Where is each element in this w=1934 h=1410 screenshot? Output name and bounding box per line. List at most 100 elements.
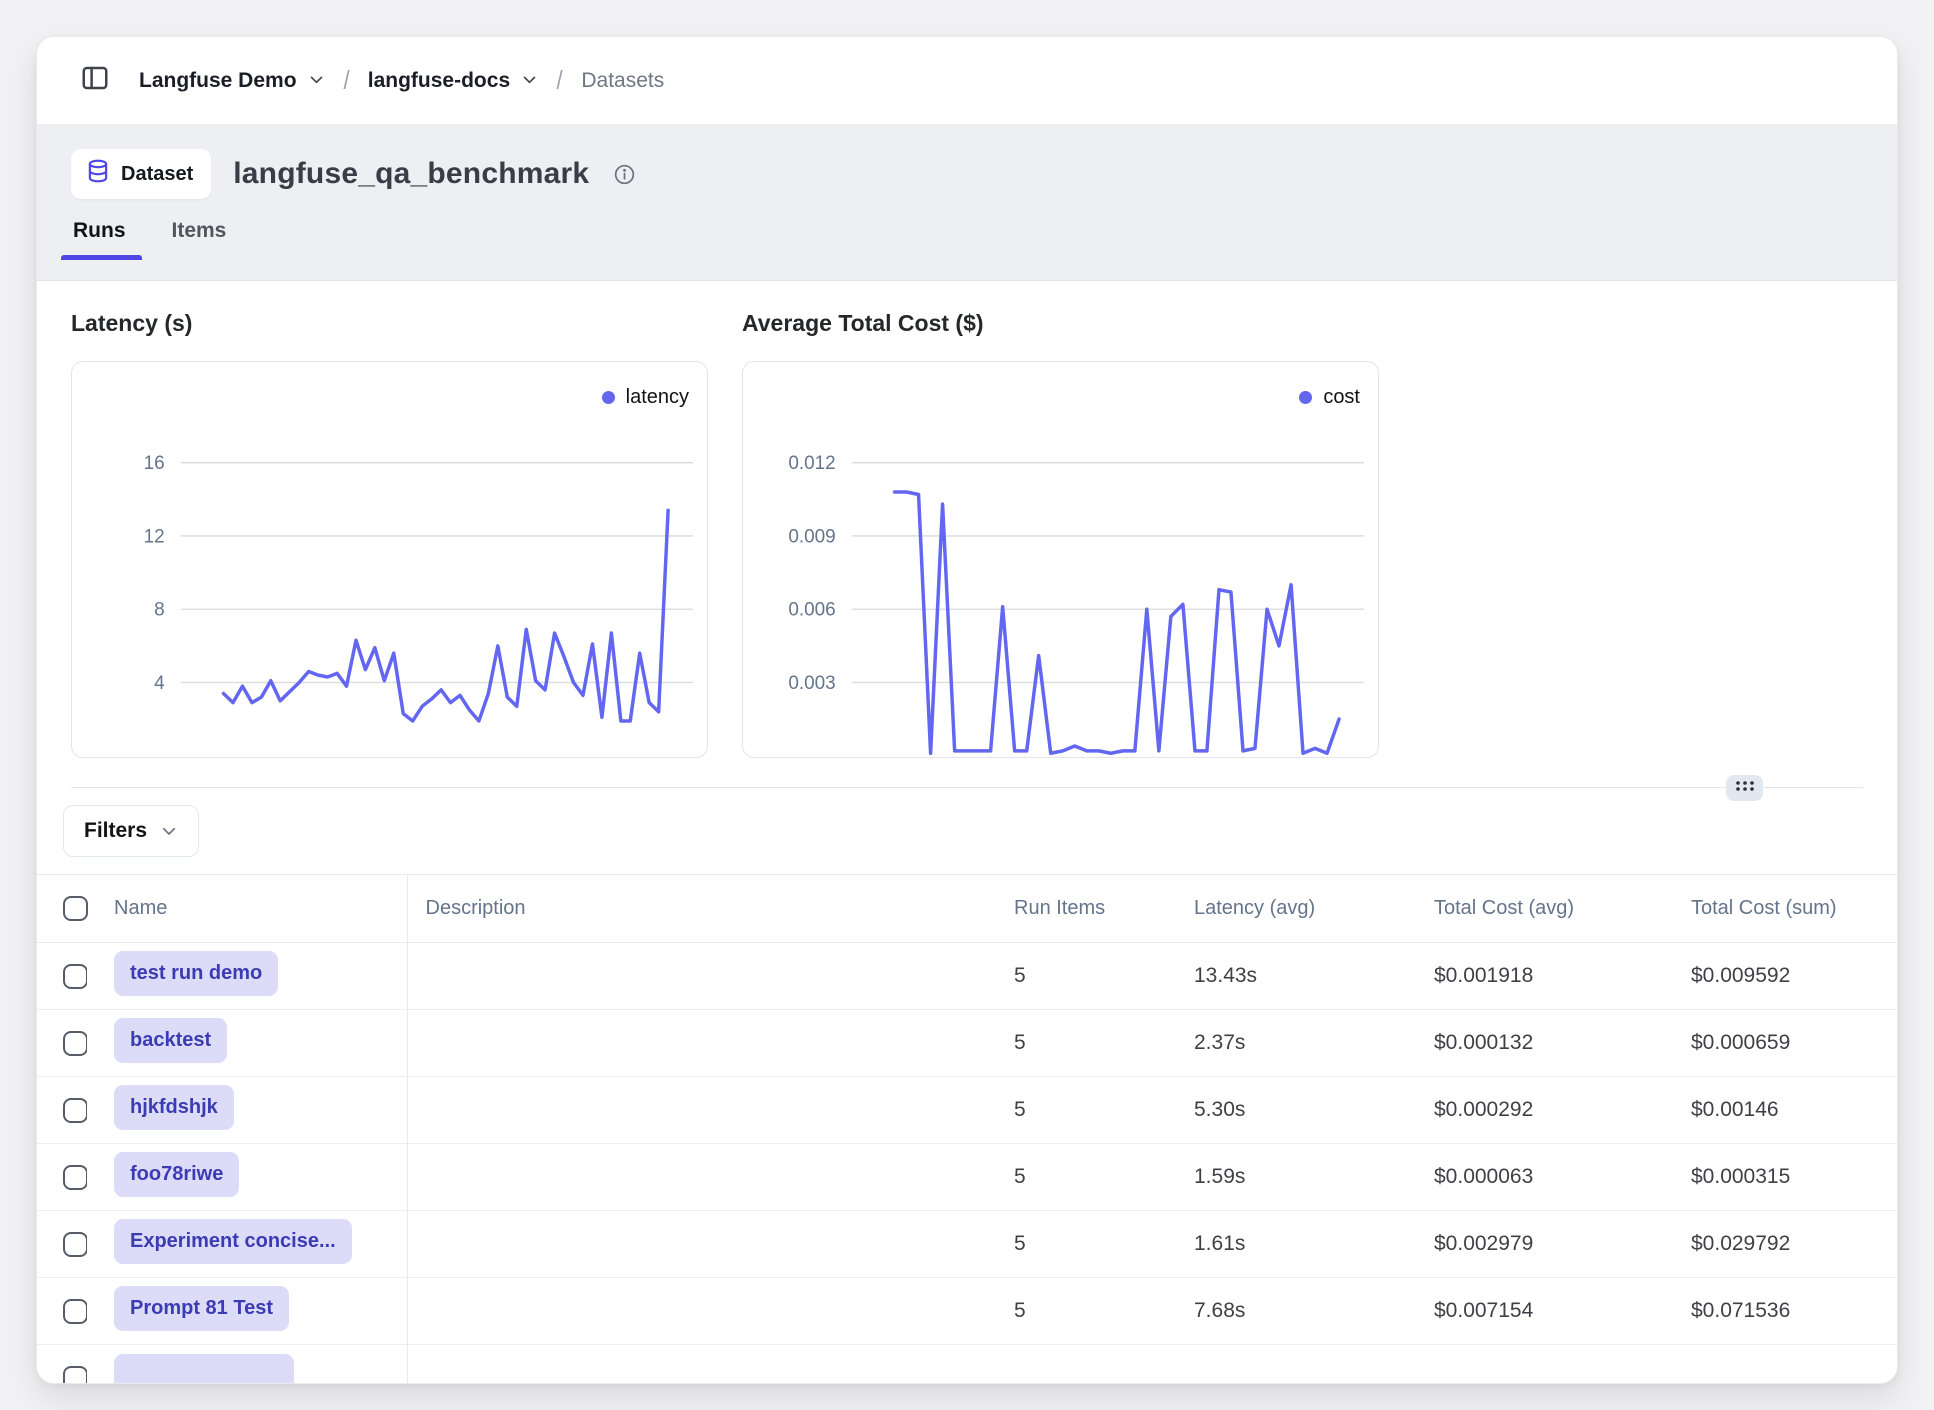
run-name-cell: foo78riwe [87, 1144, 407, 1211]
run-name-cell: backtest [87, 1010, 407, 1077]
row-checkbox[interactable] [63, 1098, 88, 1123]
row-checkbox[interactable] [63, 1299, 88, 1324]
latency-avg-cell: 13.43s [1176, 943, 1416, 1010]
run-items-cell: 5 [996, 943, 1176, 1010]
column-header-name: Name [87, 875, 407, 943]
row-checkbox[interactable] [63, 1232, 88, 1257]
filters-button-label: Filters [84, 819, 147, 843]
run-description-cell [407, 943, 996, 1010]
run-items-cell: 5 [996, 1144, 1176, 1211]
tabs: Runs Items [71, 219, 1863, 260]
run-name-badge[interactable]: test run demo [114, 951, 278, 996]
latency-avg-cell: 2.37s [1176, 1010, 1416, 1077]
total-cost-sum-cell: $0.000659 [1673, 1010, 1897, 1077]
cost-chart-title: Average Total Cost ($) [742, 309, 1379, 337]
breadcrumb-section[interactable]: Datasets [581, 69, 664, 93]
total-cost-avg-cell: $0.002979 [1416, 1211, 1673, 1278]
run-items-cell: 5 [996, 1211, 1176, 1278]
latency-avg-cell: 7.68s [1176, 1278, 1416, 1345]
row-checkbox[interactable] [63, 1031, 88, 1056]
chevron-down-icon [160, 822, 178, 840]
run-description-cell [407, 1144, 996, 1211]
filters-row: Filters [37, 788, 1897, 874]
run-name-badge[interactable]: Prompt 81 Test [114, 1286, 289, 1331]
run-name-badge[interactable]: backtest [114, 1018, 227, 1063]
svg-text:16: 16 [144, 453, 165, 474]
table-row: backtest52.37s$0.000132$0.000659 [37, 1010, 1897, 1077]
breadcrumb-workspace[interactable]: Langfuse Demo [139, 68, 325, 94]
column-header-run-items: Run Items [996, 875, 1176, 943]
run-name-cell [87, 1345, 407, 1384]
cost-legend: cost [1299, 386, 1360, 409]
info-icon[interactable] [613, 163, 636, 186]
sidebar-toggle-button[interactable] [75, 61, 115, 101]
column-header-total-cost-avg: Total Cost (avg) [1416, 875, 1673, 943]
database-icon [85, 158, 111, 190]
total-cost-avg-cell: $0.000132 [1416, 1010, 1673, 1077]
workspace-label: Langfuse Demo [139, 69, 297, 93]
latency-chart-svg: 161284 [72, 362, 707, 758]
chevron-down-icon [521, 70, 538, 94]
total-cost-avg-cell: $0.000292 [1416, 1077, 1673, 1144]
svg-text:0.009: 0.009 [788, 526, 835, 547]
latency-avg-cell: 1.61s [1176, 1211, 1416, 1278]
total-cost-sum-cell: $0.009592 [1673, 943, 1897, 1010]
row-checkbox-cell [37, 1211, 87, 1278]
run-name-badge[interactable] [114, 1354, 294, 1383]
tab-items[interactable]: Items [172, 219, 227, 260]
run-name-badge[interactable]: Experiment concise... [114, 1219, 352, 1264]
column-header-total-cost-sum: Total Cost (sum) [1673, 875, 1897, 943]
dataset-header: Dataset langfuse_qa_benchmark Runs Items [37, 125, 1897, 281]
total-cost-avg-cell [1416, 1345, 1673, 1384]
svg-text:0.003: 0.003 [788, 673, 835, 694]
column-header-latency-avg: Latency (avg) [1176, 875, 1416, 943]
total-cost-avg-cell: $0.000063 [1416, 1144, 1673, 1211]
tab-runs[interactable]: Runs [73, 219, 126, 260]
drag-handle[interactable] [1726, 775, 1763, 801]
select-all-cell [37, 875, 87, 943]
chevron-down-icon [308, 70, 325, 94]
cost-chart-svg: 0.0120.0090.0060.003 [743, 362, 1378, 758]
dataset-badge: Dataset [71, 149, 211, 199]
total-cost-avg-cell: $0.001918 [1416, 943, 1673, 1010]
run-name-cell: Experiment concise... [87, 1211, 407, 1278]
slash-separator: / [343, 65, 349, 96]
page: Langfuse Demo / langfuse-docs / Datasets [0, 0, 1934, 1410]
breadcrumb-bar: Langfuse Demo / langfuse-docs / Datasets [37, 37, 1897, 125]
table-row: test run demo 513.43s$0.001918$0.009592 [37, 943, 1897, 1010]
run-name-badge[interactable]: hjkfdshjk [114, 1085, 234, 1130]
row-checkbox[interactable] [63, 1165, 88, 1190]
slash-separator: / [557, 65, 563, 96]
row-checkbox-cell [37, 1077, 87, 1144]
svg-text:0.006: 0.006 [788, 600, 835, 621]
svg-text:12: 12 [144, 526, 165, 547]
cost-chart-card: 0.0120.0090.0060.003 cost [742, 361, 1379, 758]
latency-legend: latency [602, 386, 689, 409]
total-cost-sum-cell: $0.000315 [1673, 1144, 1897, 1211]
row-checkbox-cell [37, 1345, 87, 1384]
row-checkbox-cell [37, 1278, 87, 1345]
breadcrumb-project[interactable]: langfuse-docs [368, 68, 538, 94]
svg-text:8: 8 [154, 600, 165, 621]
row-checkbox[interactable] [63, 964, 88, 989]
filters-button[interactable]: Filters [63, 805, 199, 857]
latency-chart-card: 161284 latency [71, 361, 708, 758]
run-name-cell: hjkfdshjk [87, 1077, 407, 1144]
legend-dot-icon [1299, 391, 1312, 404]
run-name-badge[interactable]: foo78riwe [114, 1152, 239, 1197]
table-row: Prompt 81 Test57.68s$0.007154$0.071536 [37, 1278, 1897, 1345]
dataset-badge-label: Dataset [121, 163, 193, 186]
row-checkbox-cell [37, 943, 87, 1010]
row-checkbox-cell [37, 1144, 87, 1211]
latency-avg-cell [1176, 1345, 1416, 1384]
latency-chart-title: Latency (s) [71, 309, 708, 337]
run-name-cell: Prompt 81 Test [87, 1278, 407, 1345]
row-checkbox[interactable] [63, 1366, 88, 1384]
breadcrumb: Langfuse Demo / langfuse-docs / Datasets [139, 65, 664, 96]
run-description-cell [407, 1345, 996, 1384]
select-all-checkbox[interactable] [63, 896, 88, 921]
table-row: foo78riwe51.59s$0.000063$0.000315 [37, 1144, 1897, 1211]
section-divider [71, 787, 1863, 788]
legend-label: latency [626, 386, 689, 409]
runs-table-body: test run demo513.43s$0.001918$0.009592ba… [37, 943, 1897, 1384]
